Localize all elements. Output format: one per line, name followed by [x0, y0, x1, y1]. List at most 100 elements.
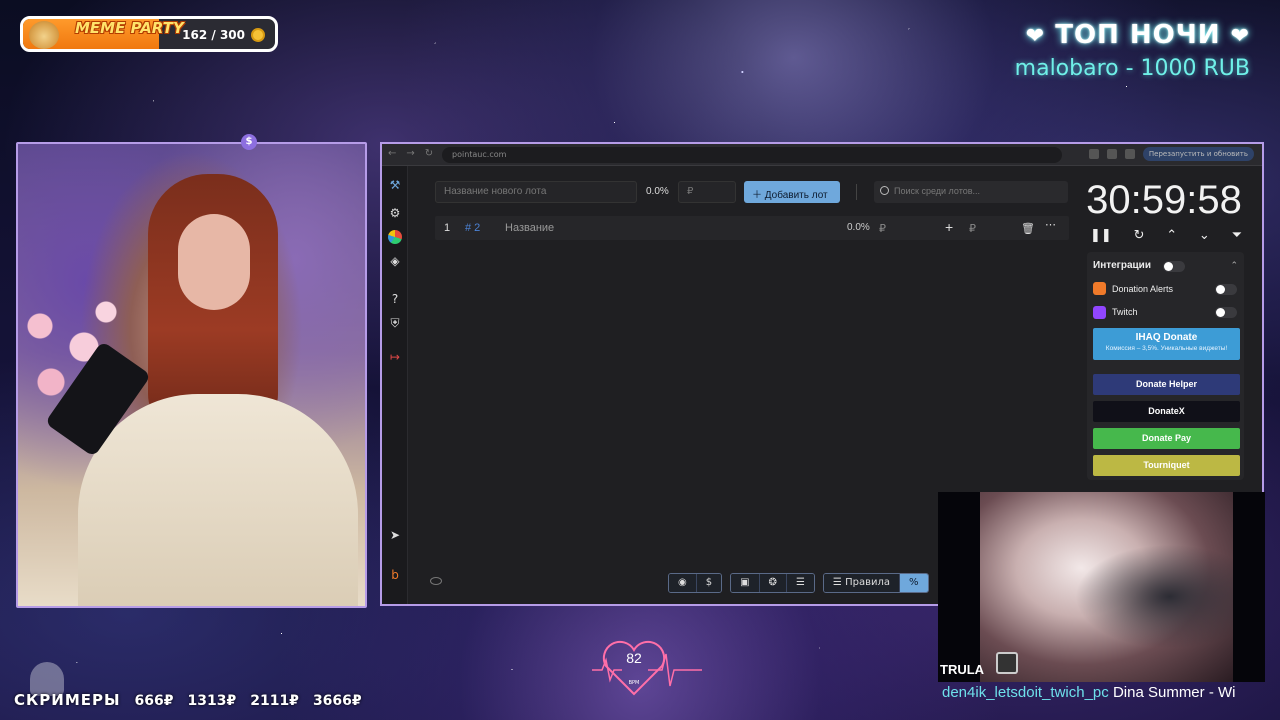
lot-name-input[interactable]: Название: [505, 222, 554, 234]
lot-percent: 0.0%: [847, 222, 870, 233]
address-bar[interactable]: pointauc.com: [442, 147, 1062, 163]
more-icon[interactable]: ⋯: [1045, 218, 1056, 231]
screamer-price: 666₽: [134, 693, 174, 709]
twitch-label: Twitch: [1112, 307, 1138, 317]
lot-id: # 2: [465, 222, 481, 234]
now-playing-track: Dina Summer - Wi: [1112, 684, 1236, 701]
ihaq-donate-button[interactable]: IHAQ Donate Комиссия – 3,5%. Уникальные …: [1093, 328, 1240, 360]
add-lot-label: Добавить лот: [764, 190, 828, 201]
screamer-price: 3666₽: [312, 693, 362, 709]
bookmark-icon[interactable]: [1106, 149, 1117, 159]
new-lot-percent: 0.0%: [646, 186, 669, 197]
auction-hammer-icon[interactable]: ⚒: [388, 178, 402, 192]
window-icon[interactable]: ▣: [731, 574, 759, 592]
chevron-up-icon[interactable]: ⌃: [1166, 228, 1177, 243]
tourniquet-button[interactable]: Tourniquet: [1093, 455, 1240, 476]
browser-toolbar: ← → ↻ pointauc.com Перезапустить и обнов…: [382, 144, 1262, 166]
integrations-panel: Интеграции ⌃ Donation Alerts Twitch IHAQ…: [1087, 252, 1244, 480]
music-player: TRULA: [938, 492, 1265, 682]
heart-icon: ❤: [1230, 24, 1250, 49]
tools-group: ▣ ❂ ☰: [730, 573, 815, 593]
rules-button[interactable]: ☰ Правила: [823, 574, 899, 592]
restart-icon[interactable]: ↻: [1134, 228, 1145, 243]
bottom-toolbar: ◉ $ ▣ ❂ ☰ ☰ Правила %: [668, 573, 929, 593]
collapse-icon[interactable]: ⌃: [1230, 260, 1238, 271]
auction-timer: 30:59:58: [1086, 178, 1242, 222]
webcam-feed: [16, 142, 367, 608]
add-lot-button[interactable]: ＋ Добавить лот: [744, 181, 840, 203]
shield-icon[interactable]: ⛨: [388, 316, 402, 330]
browser-actions: Перезапустить и обновить: [1088, 147, 1254, 161]
heart-rate-value: 82: [626, 650, 642, 666]
coin-icon: [251, 28, 265, 42]
boosty-icon[interactable]: b: [388, 568, 402, 582]
settings-gear-icon[interactable]: ⚙: [388, 206, 402, 220]
meme-party-title: MEME PARTY: [75, 19, 184, 37]
search-lots-input[interactable]: Поиск среди лотов...: [874, 181, 1068, 203]
add-amount-icon[interactable]: +: [945, 219, 953, 235]
twitch-toggle[interactable]: [1215, 307, 1237, 318]
heart-rate-widget: 82 BPM: [592, 636, 702, 700]
lot-index: 1: [444, 222, 451, 234]
webcam-body: [78, 394, 358, 606]
percent-toggle-icon[interactable]: %: [899, 574, 928, 592]
forward-icon[interactable]: →: [406, 148, 414, 159]
bug-icon[interactable]: ❂: [758, 574, 786, 592]
lot-amount: ₽: [879, 223, 886, 235]
divider: [856, 184, 857, 200]
lot-row[interactable]: 1 # 2 Название 0.0% ₽ + ₽ 🗑 ⋯: [435, 216, 1069, 240]
top-donation-title-text: ТОП НОЧИ: [1055, 20, 1221, 50]
music-logo-icon: [996, 652, 1018, 674]
webcam-face: [178, 214, 250, 310]
profile-icon[interactable]: [1124, 149, 1135, 159]
new-lot-amount-input[interactable]: ₽: [678, 181, 736, 203]
donation-alerts-icon: [1093, 282, 1106, 295]
new-lot-name-input[interactable]: Название нового лота: [435, 181, 637, 203]
back-icon[interactable]: ←: [388, 148, 396, 159]
dollar-badge-icon: $: [241, 134, 257, 150]
donate-helper-button[interactable]: Donate Helper: [1093, 374, 1240, 395]
integrations-title: Интеграции: [1093, 260, 1151, 271]
help-icon[interactable]: ?: [388, 292, 402, 306]
integrations-toggle[interactable]: [1163, 261, 1185, 272]
lot-add-amount-input[interactable]: ₽: [969, 222, 976, 235]
clear-icon[interactable]: ☰: [785, 574, 814, 592]
now-playing: den4ik_letsdoit_twich_pc Dina Summer - W…: [942, 684, 1272, 701]
meme-party-count: 162 / 300: [182, 28, 245, 42]
chevron-down-icon[interactable]: ⌄: [1199, 228, 1210, 243]
meme-party-widget: MEME PARTY 162 / 300: [20, 16, 278, 52]
heart-rate-unit: BPM: [628, 680, 640, 686]
screamer-price: 1313₽: [187, 693, 237, 709]
plus-icon: ＋: [752, 190, 765, 201]
reload-icon[interactable]: ↻: [425, 148, 433, 159]
extension-icon[interactable]: [1088, 149, 1099, 159]
layers-icon[interactable]: ◈: [388, 254, 402, 268]
update-button[interactable]: Перезапустить и обновить: [1142, 147, 1254, 161]
eye-icon[interactable]: [430, 577, 442, 585]
donatex-button[interactable]: DonateX: [1093, 401, 1240, 422]
doge-icon: [29, 21, 59, 49]
dollar-icon[interactable]: $: [695, 574, 722, 592]
top-donation-entry: malobaro - 1000 RUB: [1014, 56, 1250, 81]
music-label: TRULA: [940, 662, 985, 677]
timer-controls: ❚❚ ↻ ⌃ ⌄ ⏷: [1090, 228, 1242, 243]
donation-alerts-toggle[interactable]: [1215, 284, 1237, 295]
donate-pay-button[interactable]: Donate Pay: [1093, 428, 1240, 449]
now-playing-user: den4ik_letsdoit_twich_pc: [942, 684, 1109, 701]
telegram-icon[interactable]: ➤: [388, 528, 402, 542]
screamers-bar: СКРИМЕРЫ 666₽ 1313₽ 2111₽ 3666₽: [14, 691, 362, 709]
pause-icon[interactable]: ❚❚: [1090, 228, 1112, 243]
screamers-title: СКРИМЕРЫ: [14, 691, 121, 709]
twitch-icon: [1093, 306, 1106, 319]
logout-icon[interactable]: ↦: [388, 350, 402, 364]
app-sidebar: ⚒ ⚙ ◈ ? ⛨ ↦ ➤ b: [382, 166, 408, 604]
screamer-price: 2111₽: [250, 693, 299, 709]
top-donation-title: ❤ ТОП НОЧИ ❤: [1015, 20, 1250, 50]
rules-group: ☰ Правила %: [822, 573, 929, 593]
double-chevron-up-icon[interactable]: ⏷: [1232, 228, 1242, 243]
search-icon: [880, 186, 889, 195]
trash-icon[interactable]: 🗑: [1021, 222, 1035, 235]
wheel-icon[interactable]: [388, 230, 402, 244]
ihaq-donate-subtitle: Комиссия – 3,5%. Уникальные виджеты!: [1105, 345, 1228, 352]
github-icon[interactable]: ◉: [669, 574, 696, 592]
